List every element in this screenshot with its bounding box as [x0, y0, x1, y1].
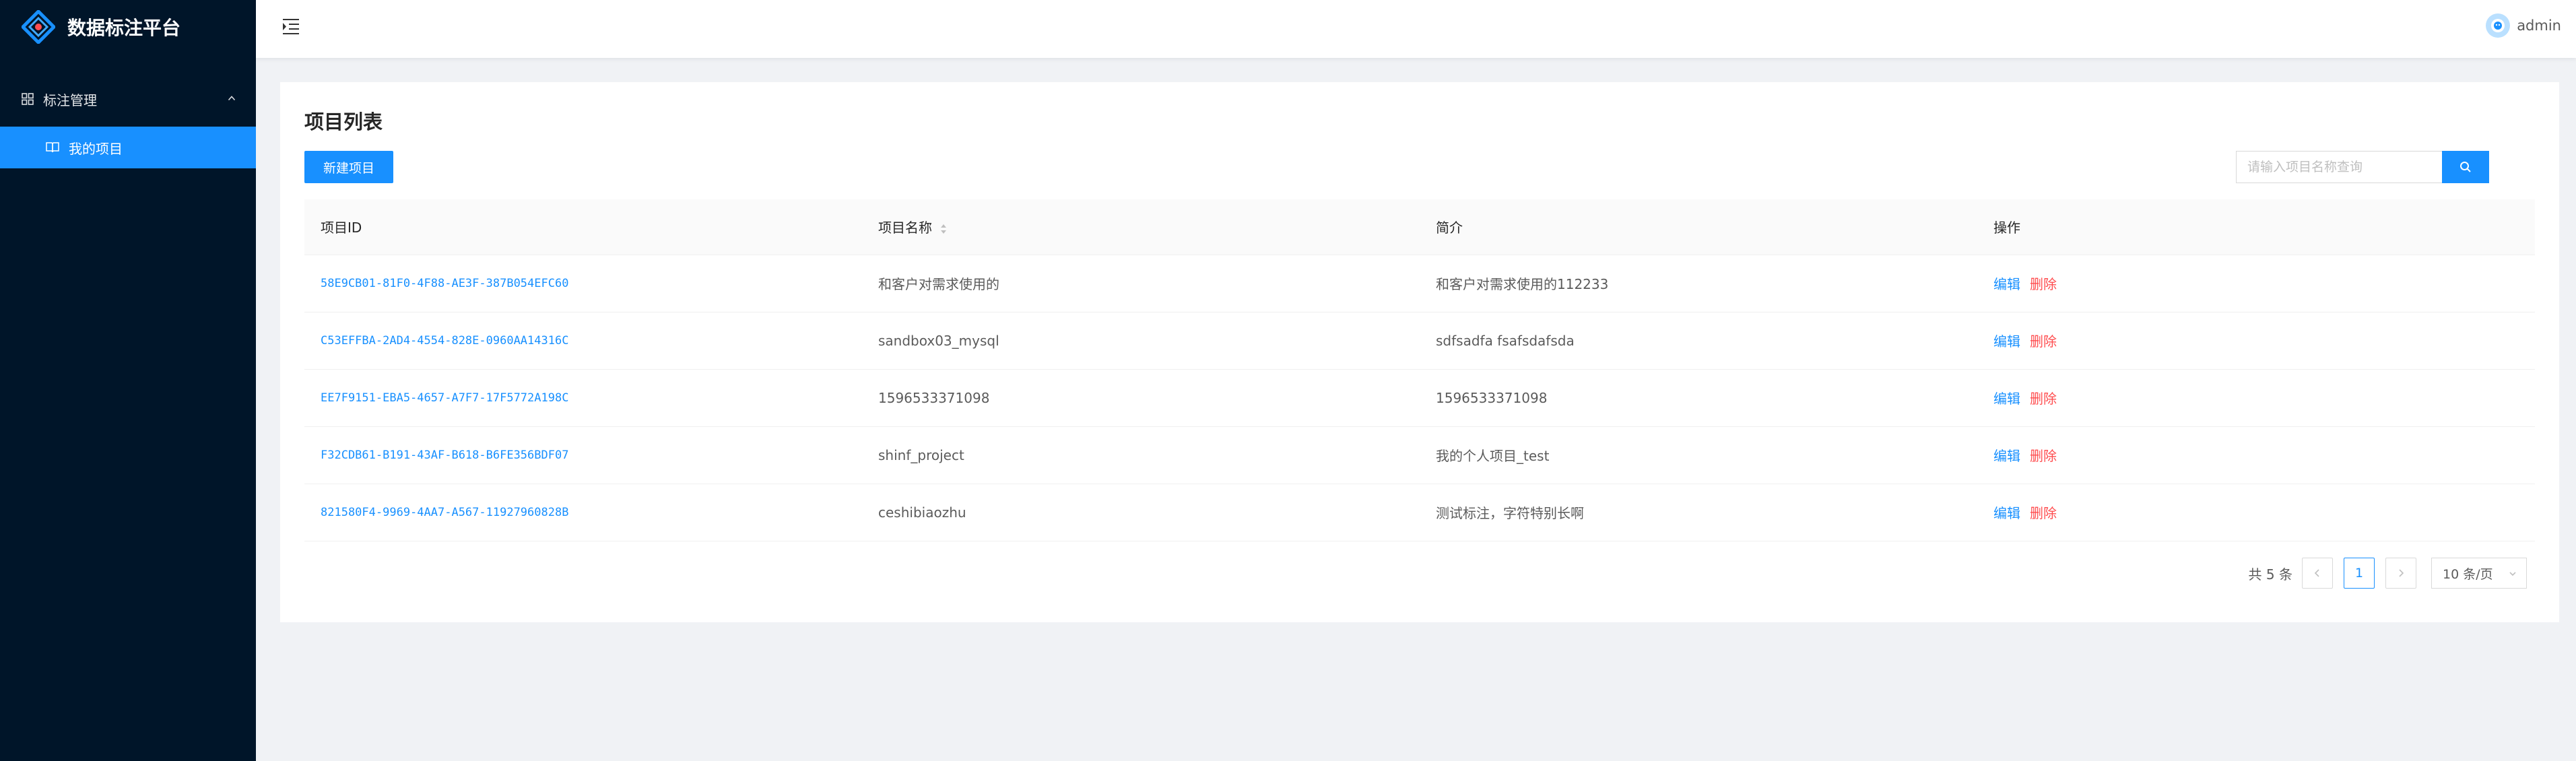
project-id-link[interactable]: C53EFFBA-2AD4-4554-828E-0960AA14316C	[304, 312, 862, 370]
search-button[interactable]	[2442, 151, 2489, 183]
delete-link[interactable]: 删除	[2030, 276, 2057, 292]
sidebar-group-annotation[interactable]: 标注管理	[0, 82, 256, 116]
search-input[interactable]	[2236, 151, 2442, 183]
sort-icon[interactable]	[940, 223, 947, 235]
table-row: EE7F9151-EBA5-4657-A7F7-17F5772A198C 159…	[304, 369, 2535, 427]
appstore-icon	[22, 93, 34, 105]
prev-page-button[interactable]	[2302, 558, 2333, 589]
project-desc: 和客户对需求使用的112233	[1420, 255, 1977, 312]
row-actions: 编辑 删除	[1977, 426, 2535, 484]
delete-link[interactable]: 删除	[2030, 448, 2057, 464]
table-row: C53EFFBA-2AD4-4554-828E-0960AA14316C san…	[304, 312, 2535, 370]
project-desc: sdfsadfa fsafsdafsda	[1420, 312, 1977, 370]
project-search	[2236, 151, 2489, 183]
new-project-button[interactable]: 新建项目	[304, 151, 393, 183]
row-actions: 编辑 删除	[1977, 369, 2535, 427]
table-row: F32CDB61-B191-43AF-B618-B6FE356BDF07 shi…	[304, 426, 2535, 484]
column-header-id: 项目ID	[304, 199, 862, 255]
sidebar-group-label: 标注管理	[43, 92, 97, 108]
app-title: 数据标注平台	[67, 17, 181, 39]
row-actions: 编辑 删除	[1977, 484, 2535, 541]
project-list-card: 项目列表 新建项目 项目ID 项目名称 简介 操作 58E9CB01-81F0-…	[280, 82, 2559, 622]
delete-link[interactable]: 删除	[2030, 333, 2057, 350]
edit-link[interactable]: 编辑	[1993, 391, 2020, 407]
column-header-name-label: 项目名称	[878, 220, 932, 236]
project-desc: 1596533371098	[1420, 369, 1977, 427]
column-header-name[interactable]: 项目名称	[862, 199, 1420, 255]
edit-link[interactable]: 编辑	[1993, 333, 2020, 350]
username: admin	[2517, 18, 2561, 34]
project-name: shinf_project	[862, 426, 1420, 484]
chevron-up-icon	[228, 96, 236, 101]
edit-link[interactable]: 编辑	[1993, 448, 2020, 464]
project-name: 和客户对需求使用的	[862, 255, 1420, 312]
page-title: 项目列表	[304, 110, 383, 133]
project-id-link[interactable]: 58E9CB01-81F0-4F88-AE3F-387B054EFC60	[304, 255, 862, 312]
book-icon	[46, 142, 59, 153]
table-row: 821580F4-9969-4AA7-A567-11927960828B ces…	[304, 484, 2535, 541]
chevron-right-icon	[2399, 569, 2404, 577]
delete-link[interactable]: 删除	[2030, 391, 2057, 407]
project-desc: 我的个人项目_test	[1420, 426, 1977, 484]
project-name: sandbox03_mysql	[862, 312, 1420, 370]
table-row: 58E9CB01-81F0-4F88-AE3F-387B054EFC60 和客户…	[304, 255, 2535, 312]
pagination: 共 5 条 1 10 条/页	[2249, 558, 2527, 589]
logo[interactable]: 数据标注平台	[0, 0, 256, 54]
edit-link[interactable]: 编辑	[1993, 276, 2020, 292]
sidebar-item-label: 我的项目	[69, 140, 123, 157]
top-header: admin	[256, 0, 2576, 58]
column-header-desc: 简介	[1420, 199, 1977, 255]
avatar	[2486, 13, 2511, 38]
chevron-down-icon	[2509, 572, 2516, 576]
menu-fold-icon[interactable]	[280, 16, 302, 36]
page-number-button[interactable]: 1	[2344, 558, 2375, 589]
project-name: ceshibiaozhu	[862, 484, 1420, 541]
sidebar: 数据标注平台 标注管理 我的项目	[0, 0, 256, 761]
project-table: 项目ID 项目名称 简介 操作 58E9CB01-81F0-4F88-AE3F-…	[304, 199, 2535, 541]
delete-link[interactable]: 删除	[2030, 505, 2057, 521]
row-actions: 编辑 删除	[1977, 312, 2535, 370]
column-header-actions: 操作	[1977, 199, 2535, 255]
project-desc: 测试标注，字符特别长啊	[1420, 484, 1977, 541]
project-name: 1596533371098	[862, 369, 1420, 427]
avatar-icon	[2491, 19, 2505, 32]
chevron-left-icon	[2314, 569, 2319, 577]
project-id-link[interactable]: F32CDB61-B191-43AF-B618-B6FE356BDF07	[304, 426, 862, 484]
project-id-link[interactable]: EE7F9151-EBA5-4657-A7F7-17F5772A198C	[304, 369, 862, 427]
user-menu[interactable]: admin	[2486, 13, 2561, 38]
total-count: 共 5 条	[2248, 566, 2292, 583]
row-actions: 编辑 删除	[1977, 255, 2535, 312]
project-id-link[interactable]: 821580F4-9969-4AA7-A567-11927960828B	[304, 484, 862, 541]
next-page-button[interactable]	[2385, 558, 2416, 589]
table-header-row: 项目ID 项目名称 简介 操作	[304, 199, 2535, 255]
page-size-select[interactable]: 10 条/页	[2431, 558, 2527, 589]
sidebar-item-my-projects[interactable]: 我的项目	[0, 127, 256, 168]
page-size-value: 10 条/页	[2443, 566, 2493, 582]
logo-icon	[22, 10, 55, 44]
search-icon	[2460, 162, 2471, 172]
edit-link[interactable]: 编辑	[1993, 505, 2020, 521]
